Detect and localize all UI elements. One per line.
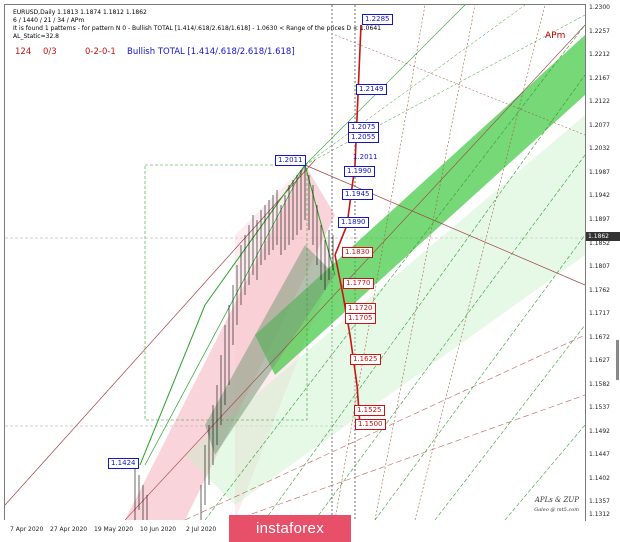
date-tick: 7 Apr 2020	[10, 526, 44, 533]
price-tick: 1.2077	[589, 122, 610, 129]
credit-subtitle: Galeo @ mt5.com	[534, 507, 579, 513]
current-price-badge: 1.1862	[586, 232, 620, 241]
level-label[interactable]: 1.1990	[344, 166, 375, 177]
level-label[interactable]: 1.2011	[275, 155, 306, 166]
scrollbar[interactable]	[616, 340, 619, 380]
status-pattern: Bullish TOTAL [1.414/.618/2.618/1.618]	[127, 47, 295, 57]
price-tick: 1.1537	[589, 404, 610, 411]
status-ratio: 0/3	[43, 47, 57, 57]
price-tick: 1.1897	[589, 216, 610, 223]
price-tick: 1.1627	[589, 357, 610, 364]
price-tick: 1.1492	[589, 428, 610, 435]
fan-line	[504, 424, 585, 520]
date-tick: 2 Jul 2020	[186, 526, 217, 533]
price-tick: 1.1762	[589, 287, 610, 294]
chart-window: EURUSD,Daily 1.1813 1.1874 1.1812 1.1862…	[0, 0, 620, 542]
level-label[interactable]: 1.1945	[342, 189, 373, 200]
level-label[interactable]: 1.1500	[355, 419, 386, 430]
chart-area[interactable]: EURUSD,Daily 1.1813 1.1874 1.1812 1.1862…	[4, 4, 586, 521]
level-label[interactable]: 1.1770	[343, 278, 374, 289]
date-tick: 10 Jun 2020	[140, 526, 177, 533]
credit-title: APLs & ZUP	[534, 496, 579, 504]
status-code: 0-2-0-1	[85, 47, 116, 57]
price-tick: 1.1672	[589, 334, 610, 341]
price-tick: 1.1582	[589, 381, 610, 388]
price-tick: 1.1807	[589, 263, 610, 270]
date-tick: 27 Apr 2020	[50, 526, 88, 533]
price-tick: 1.1447	[589, 451, 610, 458]
level-label[interactable]: 1.1705	[345, 313, 376, 324]
price-tick: 1.2122	[589, 98, 610, 105]
date-tick: 19 May 2020	[94, 526, 134, 533]
level-text: 1.2011	[353, 153, 378, 161]
price-tick: 1.1942	[589, 192, 610, 199]
banner-text: instaforex	[255, 520, 325, 537]
apm-label: APm	[545, 31, 566, 41]
price-tick: 1.1312	[589, 511, 610, 518]
level-label[interactable]: 1.1424	[108, 458, 139, 469]
instaforex-banner[interactable]: instaforex	[229, 515, 351, 542]
level-label[interactable]: 1.1830	[342, 247, 373, 258]
level-label[interactable]: 1.1625	[350, 354, 381, 365]
settings-info: 6 / 1440 / 21 / 34 / APm	[13, 17, 85, 24]
status-count: 124	[15, 47, 32, 57]
price-tick: 1.1402	[589, 475, 610, 482]
level-label[interactable]: 1.1890	[338, 217, 369, 228]
price-tick: 1.2032	[589, 145, 610, 152]
level-label[interactable]: 1.2055	[348, 132, 379, 143]
symbol-info: EURUSD,Daily 1.1813 1.1874 1.1812 1.1862	[13, 9, 147, 16]
pattern-info: It is found 1 patterns - for pattern N 0…	[13, 25, 381, 32]
chart-drawing	[5, 5, 585, 520]
fan-line	[434, 324, 585, 520]
price-tick: 1.2212	[589, 51, 610, 58]
price-tick: 1.2300	[589, 4, 610, 11]
price-tick: 1.2167	[589, 75, 610, 82]
price-axis[interactable]: 1.2300 1.2257 1.2212 1.2167 1.2122 1.207…	[585, 4, 620, 519]
level-label[interactable]: 1.2149	[356, 84, 387, 95]
level-label[interactable]: 1.2285	[362, 14, 393, 25]
price-tick: 1.2257	[589, 28, 610, 35]
static-info: AL_Static=32.8	[13, 33, 59, 40]
level-label[interactable]: 1.1525	[354, 405, 385, 416]
price-tick: 1.1717	[589, 310, 610, 317]
price-tick: 1.1852	[589, 240, 610, 247]
price-tick: 1.1357	[589, 498, 610, 505]
price-tick: 1.1987	[589, 169, 610, 176]
